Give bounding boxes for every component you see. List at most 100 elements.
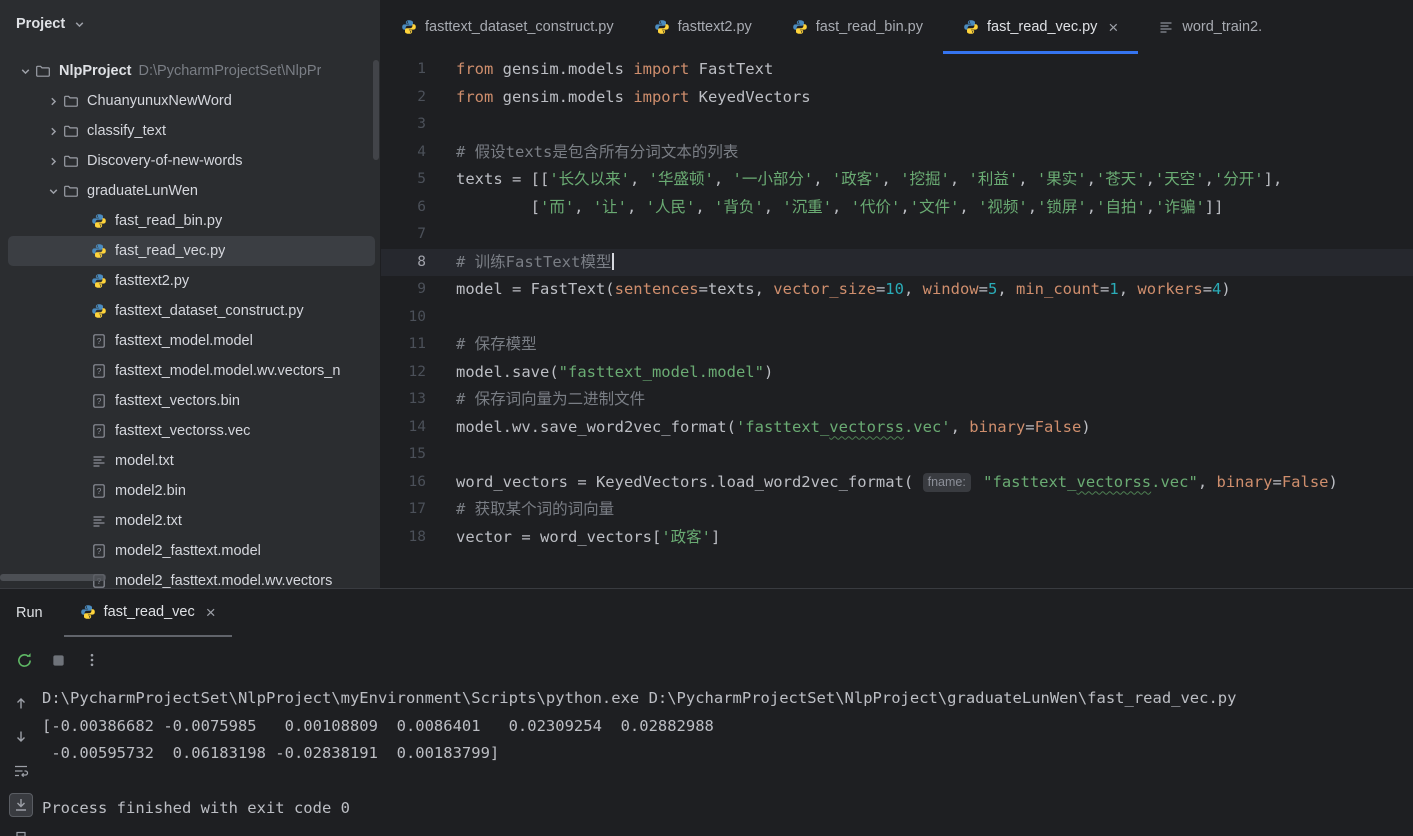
- chevron-right-icon[interactable]: [44, 154, 62, 169]
- project-panel: Project NlpProjectD:\PycharmProjectSet\N…: [0, 0, 381, 588]
- code-token: ]]: [1205, 198, 1224, 216]
- tree-horizontal-scrollbar[interactable]: [0, 574, 106, 581]
- code-line[interactable]: 3: [381, 111, 1413, 139]
- tree-item[interactable]: fast_read_vec.py: [8, 236, 375, 266]
- editor-tab[interactable]: fast_read_vec.py×: [943, 0, 1138, 54]
- code-line[interactable]: 6 ['而', '让', '人民', '背负', '沉重', '代价','文件'…: [381, 194, 1413, 222]
- code-line[interactable]: 7: [381, 221, 1413, 249]
- line-number: 2: [381, 84, 456, 112]
- code-text: [456, 221, 1413, 249]
- code-line[interactable]: 2from gensim.models import KeyedVectors: [381, 84, 1413, 112]
- tree-item-label: model2_fasttext.model.wv.vectors: [115, 573, 332, 588]
- tree-item[interactable]: NlpProjectD:\PycharmProjectSet\NlpPr: [8, 56, 375, 86]
- scroll-to-end-button[interactable]: [9, 793, 33, 817]
- code-line[interactable]: 14model.wv.save_word2vec_format('fasttex…: [381, 414, 1413, 442]
- tree-item-label: fasttext2.py: [115, 273, 189, 289]
- tree-item[interactable]: fasttext_dataset_construct.py: [8, 296, 375, 326]
- tree-item[interactable]: classify_text: [8, 116, 375, 146]
- tree-item-label: graduateLunWen: [87, 183, 198, 199]
- run-panel-title: Run: [16, 589, 43, 637]
- code-line[interactable]: 18vector = word_vectors['政客']: [381, 524, 1413, 552]
- code-token: =: [1203, 280, 1212, 298]
- print-button[interactable]: [9, 827, 33, 836]
- code-line[interactable]: 12model.save("fasttext_model.model"): [381, 359, 1413, 387]
- code-token: ],: [1264, 170, 1283, 188]
- code-token: .vec": [1151, 473, 1198, 491]
- tree-item[interactable]: ?model2_fasttext.model: [8, 536, 375, 566]
- tree-item[interactable]: graduateLunWen: [8, 176, 375, 206]
- chevron-down-icon[interactable]: [72, 17, 87, 32]
- tree-item[interactable]: model2.txt: [8, 506, 375, 536]
- chevron-down-icon[interactable]: [44, 184, 62, 199]
- scroll-down-button[interactable]: [9, 725, 33, 749]
- code-line[interactable]: 1from gensim.models import FastText: [381, 56, 1413, 84]
- python-icon: [90, 303, 108, 320]
- editor-tab[interactable]: fasttext_dataset_construct.py: [381, 0, 634, 54]
- code-token: model.wv.save_word2vec_format(: [456, 418, 736, 436]
- tree-vertical-scrollbar[interactable]: [373, 60, 379, 160]
- folder-icon: [62, 93, 80, 110]
- scroll-up-button[interactable]: [9, 691, 33, 715]
- code-text: [456, 441, 1413, 469]
- tree-item[interactable]: Discovery-of-new-words: [8, 146, 375, 176]
- svg-text:?: ?: [97, 396, 102, 406]
- code-editor[interactable]: 1from gensim.models import FastText2from…: [381, 54, 1413, 588]
- code-line[interactable]: 8# 训练FastText模型: [381, 249, 1413, 277]
- tree-item[interactable]: ?fasttext_model.model: [8, 326, 375, 356]
- python-icon: [792, 19, 808, 35]
- tree-item[interactable]: ?fasttext_model.model.wv.vectors_n: [8, 356, 375, 386]
- project-panel-header[interactable]: Project: [0, 0, 380, 48]
- editor-tab[interactable]: fast_read_bin.py: [772, 0, 943, 54]
- code-line[interactable]: 9model = FastText(sentences=texts, vecto…: [381, 276, 1413, 304]
- scroll-to-end-icon: [13, 797, 29, 813]
- chevron-right-icon[interactable]: [44, 94, 62, 109]
- code-token: min_count: [1016, 280, 1100, 298]
- code-token: '自拍': [1096, 198, 1146, 216]
- line-number: 11: [381, 331, 456, 359]
- code-line[interactable]: 16word_vectors = KeyedVectors.load_word2…: [381, 469, 1413, 497]
- tree-item-label: Discovery-of-new-words: [87, 153, 243, 169]
- folder-icon: [34, 63, 52, 80]
- code-token: ): [1329, 473, 1338, 491]
- console-output[interactable]: D:\PycharmProjectSet\NlpProject\myEnviro…: [42, 683, 1413, 836]
- code-token: ,: [1018, 170, 1037, 188]
- chevron-right-icon[interactable]: [44, 124, 62, 139]
- code-token: 4: [1212, 280, 1221, 298]
- tree-item[interactable]: ChuanyunuxNewWord: [8, 86, 375, 116]
- tree-item[interactable]: fast_read_bin.py: [8, 206, 375, 236]
- editor-tab[interactable]: fasttext2.py: [634, 0, 772, 54]
- tree-item[interactable]: model.txt: [8, 446, 375, 476]
- code-token: ,: [1087, 170, 1096, 188]
- code-line[interactable]: 15: [381, 441, 1413, 469]
- code-token: 10: [885, 280, 904, 298]
- code-token: '人民': [646, 198, 696, 216]
- stop-button[interactable]: [44, 646, 72, 674]
- rerun-button[interactable]: [10, 646, 38, 674]
- run-tab-close-icon[interactable]: ×: [206, 604, 216, 621]
- code-line[interactable]: 17# 获取某个词的词向量: [381, 496, 1413, 524]
- tree-item[interactable]: ?fasttext_vectorss.vec: [8, 416, 375, 446]
- run-tab[interactable]: fast_read_vec ×: [64, 589, 232, 637]
- code-token: False: [1282, 473, 1329, 491]
- code-line[interactable]: 5texts = [['长久以来', '华盛顿', '一小部分', '政客', …: [381, 166, 1413, 194]
- chevron-down-icon[interactable]: [16, 64, 34, 79]
- code-line[interactable]: 13# 保存词向量为二进制文件: [381, 386, 1413, 414]
- code-token: window: [923, 280, 979, 298]
- code-token: sentences: [615, 280, 699, 298]
- line-number: 1: [381, 56, 456, 84]
- code-token: import: [633, 88, 689, 106]
- more-button[interactable]: [78, 646, 106, 674]
- code-token: 1: [1109, 280, 1118, 298]
- soft-wrap-button[interactable]: [9, 759, 33, 783]
- editor-tab[interactable]: word_train2.: [1138, 0, 1282, 54]
- tree-item[interactable]: ?model2.bin: [8, 476, 375, 506]
- code-line[interactable]: 4# 假设texts是包含所有分词文本的列表: [381, 139, 1413, 167]
- line-number: 7: [381, 221, 456, 249]
- text-file-icon: [90, 453, 108, 470]
- tab-close-icon[interactable]: ×: [1108, 19, 1118, 36]
- code-line[interactable]: 11# 保存模型: [381, 331, 1413, 359]
- code-token: '沉重': [782, 198, 832, 216]
- code-line[interactable]: 10: [381, 304, 1413, 332]
- tree-item[interactable]: ?fasttext_vectors.bin: [8, 386, 375, 416]
- tree-item[interactable]: fasttext2.py: [8, 266, 375, 296]
